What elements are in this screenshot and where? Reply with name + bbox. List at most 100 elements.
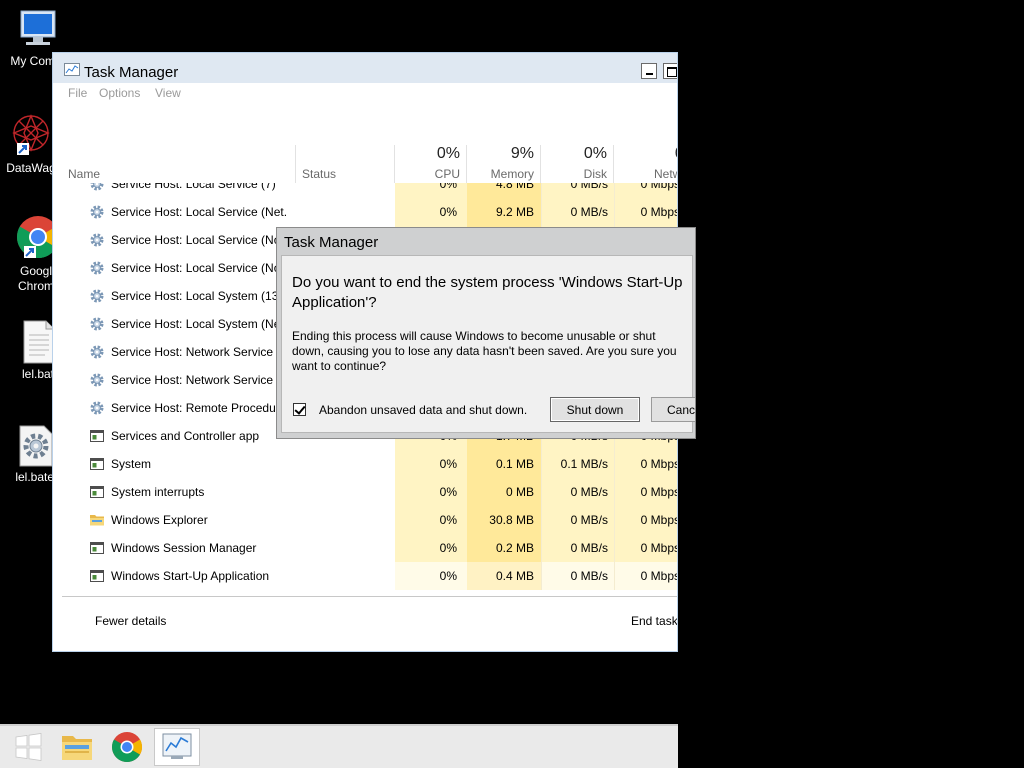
process-name: Service Host: Network Service ( [111, 345, 281, 359]
column-header-name[interactable]: Name [62, 145, 295, 183]
app-window-icon [89, 456, 105, 472]
disk-total-percent: 0% [583, 145, 607, 162]
process-cpu: 0% [395, 450, 467, 478]
process-disk: 0 MB/s [541, 478, 614, 506]
menu-file[interactable]: File [68, 86, 87, 100]
folder-icon [62, 736, 92, 760]
process-name: Service Host: Local Service (No [111, 261, 281, 275]
process-cpu: 0% [395, 562, 467, 590]
process-name: System interrupts [111, 485, 205, 499]
cpu-total-percent: 0% [436, 145, 460, 162]
cancel-button[interactable]: Cancel [651, 397, 695, 422]
column-header-row: Name Status 0% CPU 9% Memory 0% Disk 0% … [53, 145, 677, 183]
abandon-data-checkbox-label[interactable]: Abandon unsaved data and shut down. [319, 403, 527, 417]
process-row[interactable]: System interrupts 0% 0 MB 0 MB/s 0 Mbps [53, 478, 677, 506]
process-name: Service Host: Local Service (Net... [111, 205, 287, 219]
process-name: Service Host: Remote Procedur [111, 401, 280, 415]
process-memory: 0.2 MB [467, 534, 541, 562]
process-network: 0 Mbps [614, 450, 677, 478]
process-row[interactable]: Service Host: Local Service (7) 0% 4.8 MB 0… [53, 183, 677, 198]
process-row[interactable]: Service Host: Local Service (Net... 0% 9.2… [53, 198, 677, 226]
column-header-network[interactable]: 0% Network [614, 145, 677, 183]
gear-icon [89, 344, 105, 360]
gear-icon [89, 204, 105, 220]
process-memory: 0.1 MB [467, 450, 541, 478]
column-header-status[interactable]: Status [295, 145, 395, 183]
taskbar-google-chrome[interactable] [104, 728, 150, 766]
dialog-title: Task Manager [284, 234, 379, 251]
taskbar-task-manager[interactable] [154, 728, 200, 766]
app-window-icon [89, 540, 105, 556]
process-network: 0 Mbps [614, 198, 677, 226]
gear-icon [89, 260, 105, 276]
process-row[interactable]: Windows Explorer 0% 30.8 MB 0 MB/s 0 Mbps [53, 506, 677, 534]
process-network: 0 Mbps [614, 478, 677, 506]
minimize-button[interactable] [641, 63, 657, 79]
desktop: My Comp DataWag Googl Chrom lel.bat lel.… [0, 0, 1024, 768]
process-disk: 0 MB/s [541, 198, 614, 226]
process-disk: 0 MB/s [541, 183, 614, 198]
dialog-body: Do you want to end the system process 'W… [281, 255, 695, 433]
menu-bar: File Options View [53, 83, 677, 103]
task-manager-icon [64, 63, 80, 76]
maximize-button[interactable] [663, 63, 677, 79]
process-network: 0 Mbps [614, 506, 677, 534]
gear-icon [89, 232, 105, 248]
process-disk: 0 MB/s [541, 506, 614, 534]
process-network: 0 Mbps [614, 183, 677, 198]
process-name: Service Host: Local Service (7) [111, 183, 276, 191]
gear-icon [89, 316, 105, 332]
menu-view[interactable]: View [155, 86, 181, 100]
network-total-percent: 0% [675, 145, 677, 163]
column-header-disk[interactable]: 0% Disk [541, 145, 614, 183]
chrome-icon [111, 732, 143, 763]
column-header-cpu[interactable]: 0% CPU [395, 145, 467, 183]
process-network: 0 Mbps [614, 562, 677, 590]
gear-icon [89, 400, 105, 416]
process-cpu: 0% [395, 198, 467, 226]
process-name: System [111, 457, 152, 471]
app-window-icon [89, 484, 105, 500]
process-name: Service Host: Local System (13) [111, 289, 283, 303]
app-window-icon [89, 428, 105, 444]
process-name: Service Host: Local Service (No [111, 233, 281, 247]
process-network: 0 Mbps [614, 534, 677, 562]
title-bar[interactable]: Task Manager [53, 53, 677, 83]
gear-icon [89, 372, 105, 388]
gear-icon [89, 288, 105, 304]
process-row[interactable]: Windows Session Manager 0% 0.2 MB 0 MB/s 0 M… [53, 534, 677, 562]
fewer-details-button[interactable]: Fewer details [95, 614, 166, 628]
taskbar-file-explorer[interactable] [54, 728, 100, 766]
end-task-button[interactable]: End task [631, 614, 677, 628]
task-manager-icon [162, 733, 192, 759]
process-memory: 9.2 MB [467, 198, 541, 226]
app-window-icon [89, 568, 105, 584]
process-cpu: 0% [395, 534, 467, 562]
process-disk: 0 MB/s [541, 562, 614, 590]
abandon-data-checkbox[interactable] [293, 403, 306, 416]
gear-icon [89, 183, 105, 192]
windows-logo-icon [15, 733, 42, 761]
process-name: Service Host: Network Service ( [111, 373, 281, 387]
end-process-dialog: Task Manager Do you want to end the syst… [276, 227, 696, 439]
column-header-memory[interactable]: 9% Memory [467, 145, 541, 183]
process-name: Services and Controller app [111, 429, 260, 443]
menu-options[interactable]: Options [99, 86, 140, 100]
process-cpu: 0% [395, 478, 467, 506]
process-name: Windows Session Manager [111, 541, 257, 555]
taskbar [0, 724, 678, 768]
process-name: Service Host: Local System (Ne [111, 317, 281, 331]
dialog-description: Ending this process will cause Windows t… [292, 329, 677, 373]
folder-icon [89, 512, 105, 528]
process-memory: 30.8 MB [467, 506, 541, 534]
process-memory: 0 MB [467, 478, 541, 506]
datawag-shortcut-icon [12, 114, 50, 155]
process-cpu: 0% [395, 506, 467, 534]
window-title: Task Manager [84, 64, 179, 81]
shut-down-button[interactable]: Shut down [550, 397, 640, 422]
process-name: Windows Start-Up Application [111, 569, 270, 583]
start-button[interactable] [5, 728, 51, 766]
process-memory: 4.8 MB [467, 183, 541, 198]
process-row[interactable]: System 0% 0.1 MB 0.1 MB/s 0 Mbps [53, 450, 677, 478]
process-row[interactable]: Windows Start-Up Application 0% 0.4 MB 0 MB… [53, 562, 677, 590]
